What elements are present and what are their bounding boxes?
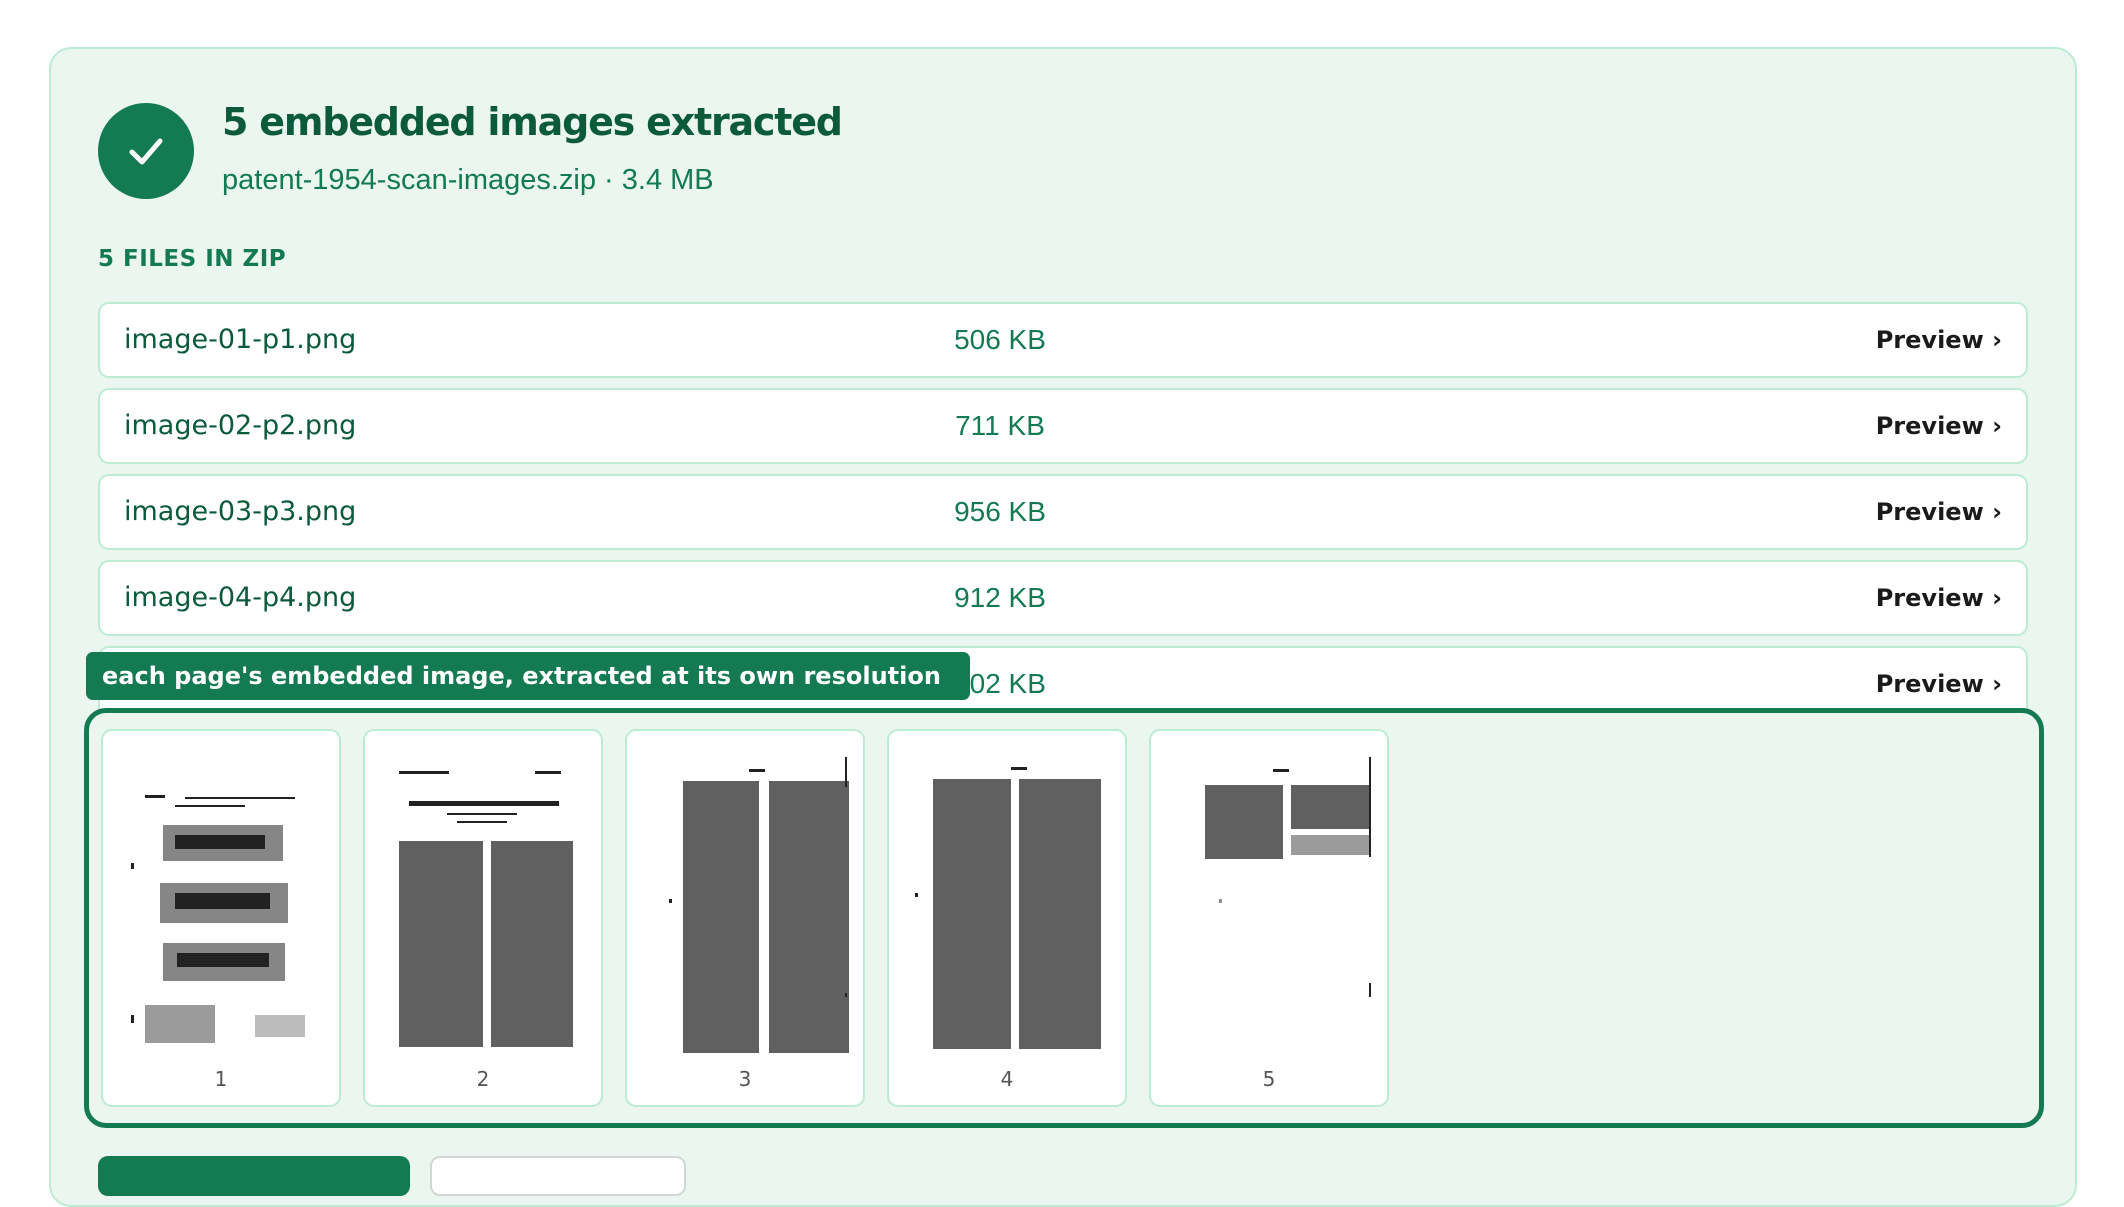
file-row: image-03-p3.png 956 KB Preview › xyxy=(98,474,2028,550)
page-number: 1 xyxy=(214,1067,228,1091)
check-icon xyxy=(129,138,163,165)
file-size: 912 KB xyxy=(954,582,1046,613)
success-badge xyxy=(98,103,194,199)
page-thumbnail[interactable]: 5 xyxy=(1149,729,1389,1107)
file-row: image-02-p2.png 711 KB Preview › xyxy=(98,388,2028,464)
page-thumbnail[interactable]: 4 xyxy=(887,729,1127,1107)
file-size: 711 KB xyxy=(955,410,1045,441)
preview-button[interactable]: Preview › xyxy=(1876,562,2002,634)
thumbnail-tooltip: each page's embedded image, extracted at… xyxy=(86,652,970,700)
page-number: 4 xyxy=(1000,1067,1014,1091)
file-name: image-02-p2.png xyxy=(124,410,357,441)
file-size: 956 KB xyxy=(954,496,1046,527)
page-scan-image xyxy=(669,757,849,1053)
page-thumbnail[interactable]: 1 xyxy=(101,729,341,1107)
thumbnail-strip: 1 2 3 4 5 xyxy=(84,708,2044,1128)
page-scan-image xyxy=(399,771,573,1047)
page-scan-image xyxy=(1205,757,1371,997)
file-row: image-04-p4.png 912 KB Preview › xyxy=(98,560,2028,636)
preview-button[interactable]: Preview › xyxy=(1876,476,2002,548)
page-number: 5 xyxy=(1262,1067,1276,1091)
secondary-action-button[interactable] xyxy=(430,1156,686,1196)
page-scan-image xyxy=(915,767,1101,1049)
file-row: image-01-p1.png 506 KB Preview › xyxy=(98,302,2028,378)
page-thumbnail[interactable]: 3 xyxy=(625,729,865,1107)
file-name: image-04-p4.png xyxy=(124,582,357,613)
preview-button[interactable]: Preview › xyxy=(1876,390,2002,462)
file-name: image-01-p1.png xyxy=(124,324,357,355)
page-number: 2 xyxy=(476,1067,490,1091)
file-size: 506 KB xyxy=(954,324,1046,355)
zip-file-info: patent-1954-scan-images.zip · 3.4 MB xyxy=(222,164,714,196)
page-thumbnail[interactable]: 2 xyxy=(363,729,603,1107)
preview-button[interactable]: Preview › xyxy=(1876,304,2002,376)
download-zip-button[interactable] xyxy=(98,1156,410,1196)
file-name: image-03-p3.png xyxy=(124,496,357,527)
result-title: 5 embedded images extracted xyxy=(222,100,843,144)
files-section-label: 5 FILES IN ZIP xyxy=(98,246,287,272)
page-number: 3 xyxy=(738,1067,752,1091)
page-scan-image xyxy=(131,795,305,1043)
